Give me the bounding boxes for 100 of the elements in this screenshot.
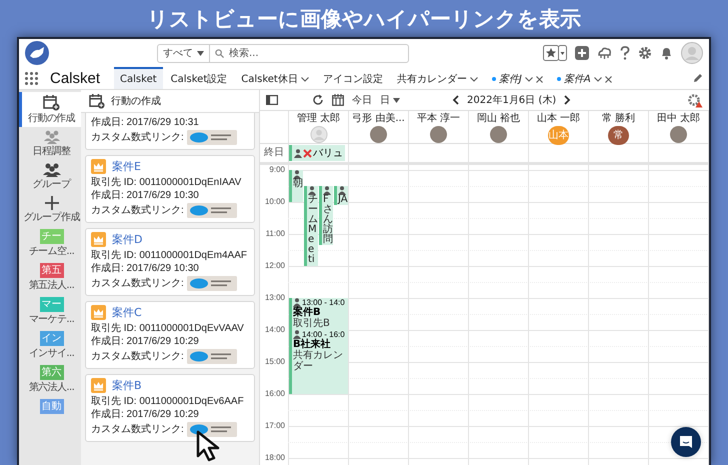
rail-item[interactable]: 第五 第五法人...	[19, 260, 81, 294]
refresh-icon[interactable]	[312, 94, 324, 106]
rail-item[interactable]: グループ	[19, 160, 81, 193]
current-date: 2022年1月6日 (木)	[467, 94, 556, 107]
chevron-down-icon[interactable]	[300, 76, 309, 82]
chevron-down-icon[interactable]	[524, 76, 533, 82]
notification-bell-icon[interactable]	[660, 46, 673, 60]
appexchange-badge-icon[interactable]	[186, 422, 237, 437]
field-text: 取引先 ID: 0011000001DqEnIAAV	[91, 176, 242, 189]
tab-dot-icon	[556, 77, 561, 81]
event-title: 案件B	[293, 306, 321, 318]
nav-tab[interactable]: Calsket設定	[164, 67, 234, 89]
rail-item[interactable]: 日程調整	[19, 127, 81, 160]
rail-item[interactable]: 行動の作成	[19, 92, 81, 127]
plus-icon[interactable]	[575, 46, 589, 60]
rail-label: 第五法人...	[28, 280, 74, 291]
rail-item[interactable]: マー マーケテ...	[19, 294, 81, 328]
record-link[interactable]: 案件C	[112, 305, 142, 320]
close-icon[interactable]	[536, 76, 543, 82]
rail-label: インサイ...	[28, 348, 74, 359]
chat-button[interactable]	[671, 427, 701, 457]
event-title: 朝	[293, 178, 303, 189]
field-label: カスタム数式リンク:	[91, 423, 184, 436]
tab-label: 共有カレンダー	[396, 72, 467, 86]
today-button[interactable]: 今日	[352, 93, 372, 107]
field-text: 取引先 ID: 0011000001DqEv6AAF	[91, 395, 245, 408]
tab-label: 案件A	[564, 72, 591, 86]
tab-label: アイコン設定	[322, 72, 383, 86]
record-card[interactable]: 作成日: 2017/6/29 10:31 カスタム数式リンク:	[85, 113, 255, 150]
record-card[interactable]: 案件E 取引先 ID: 0011000001DqEnIAAV 作成日: 2017/6/29 10:30 カスタム数式リンク:	[85, 155, 255, 223]
rail-item[interactable]: イン インサイ...	[19, 328, 81, 362]
search-field[interactable]: すべて 検索...	[157, 44, 409, 62]
event-title: Fさん訪問	[323, 194, 333, 245]
help-icon[interactable]	[620, 46, 630, 60]
view-dropdown[interactable]: 日	[380, 93, 400, 107]
tab-label: 案件J	[498, 72, 522, 86]
field-text: 作成日: 2017/6/29 10:30	[91, 189, 200, 202]
calendar-event[interactable]: チームMeeti	[304, 186, 318, 266]
record-link[interactable]: 案件D	[112, 232, 142, 247]
nav-tab[interactable]: アイコン設定	[316, 67, 389, 89]
calendar-event[interactable]: 朝	[289, 170, 303, 202]
hour-label: 14:00	[264, 324, 285, 335]
headline: リストビューに画像やハイパーリンクを表示	[147, 6, 581, 33]
field-text: 取引先 ID: 0011000001DqEvVAAV	[91, 322, 245, 335]
all-day-event[interactable]: バリュ	[289, 145, 345, 161]
rail-label: グループ作成	[23, 212, 80, 223]
favorites-icon[interactable]	[543, 45, 567, 61]
chevron-down-icon[interactable]	[594, 76, 602, 82]
record-link[interactable]: 案件B	[112, 378, 142, 393]
app-launcher-icon[interactable]	[25, 72, 38, 84]
rail-label: 第六法人...	[28, 382, 74, 393]
field-label: カスタム数式リンク:	[91, 131, 184, 144]
hour-label: 9:00	[269, 164, 285, 175]
field-text: 作成日: 2017/6/29 10:29	[91, 335, 200, 348]
record-card[interactable]: 案件C 取引先 ID: 0011000001DqEvVAAV 作成日: 2017/6/29 10:29 カスタム数式リンク:	[85, 301, 255, 369]
nav-tab[interactable]: Calsket休日	[235, 67, 315, 89]
person-icon	[308, 186, 316, 195]
nav-tab[interactable]: 共有カレンダー	[390, 67, 484, 89]
person-name: 弓形 由美...	[352, 113, 405, 125]
hour-label: 16:00	[264, 388, 285, 399]
app-tile-icon: チー	[40, 229, 64, 244]
rail-item[interactable]: グループ作成	[19, 193, 81, 226]
app-tile-icon: 第五	[40, 263, 64, 278]
next-icon[interactable]	[564, 95, 572, 105]
rail-item[interactable]: チー チーム空...	[19, 226, 81, 260]
edit-icon[interactable]	[693, 73, 703, 83]
scope-dropdown[interactable]: すべて	[158, 44, 210, 62]
rail-label: チーム空...	[28, 246, 74, 257]
person-name: 岡山 裕也	[476, 113, 520, 125]
calendar-event[interactable]: 13:00 - 14:0 案件B 取引先B	[289, 298, 348, 330]
crown-icon	[91, 232, 106, 247]
nav-tab[interactable]: 案件A	[550, 67, 618, 89]
event-title: JA	[338, 194, 348, 205]
settings-warning-icon[interactable]	[687, 92, 703, 108]
nav-tab[interactable]: 案件J	[486, 67, 549, 89]
chevron-down-icon[interactable]	[470, 76, 478, 82]
calendar-icon[interactable]	[332, 94, 344, 106]
close-icon[interactable]	[604, 76, 612, 82]
record-link[interactable]: 案件E	[112, 159, 141, 174]
calendar-event[interactable]: 14:00 - 16:0 B社来社 共有カレンダー	[289, 330, 348, 394]
settings-icon[interactable]	[638, 46, 652, 60]
cloud-icon[interactable]	[597, 46, 612, 60]
person-icon	[323, 186, 331, 195]
field-text: 作成日: 2017/6/29 10:31	[91, 116, 200, 129]
nav-tab[interactable]: Calsket	[114, 67, 163, 89]
avatar-placeholder	[670, 126, 687, 143]
field-text: 取引先 ID: 0011000001DqEm4AAF	[91, 249, 248, 262]
caret-icon	[393, 98, 400, 102]
app-tile-icon: 第六	[40, 365, 64, 380]
rail-item[interactable]: 第六 第六法人...	[19, 362, 81, 396]
hour-label: 12:00	[264, 260, 285, 271]
panel-toggle-icon[interactable]	[266, 95, 278, 105]
logo-icon[interactable]	[25, 41, 49, 65]
crown-icon	[91, 159, 106, 174]
record-card[interactable]: 案件B 取引先 ID: 0011000001DqEv6AAF 作成日: 2017/6/29 10:29 カスタム数式リンク:	[85, 374, 255, 442]
crown-icon	[91, 305, 106, 320]
record-card[interactable]: 案件D 取引先 ID: 0011000001DqEm4AAF 作成日: 2017/6/29 10:30 カスタム数式リンク:	[85, 228, 255, 296]
person-icon	[294, 148, 302, 158]
calendar-event[interactable]: JA	[334, 186, 348, 205]
previous-icon[interactable]	[452, 95, 459, 105]
